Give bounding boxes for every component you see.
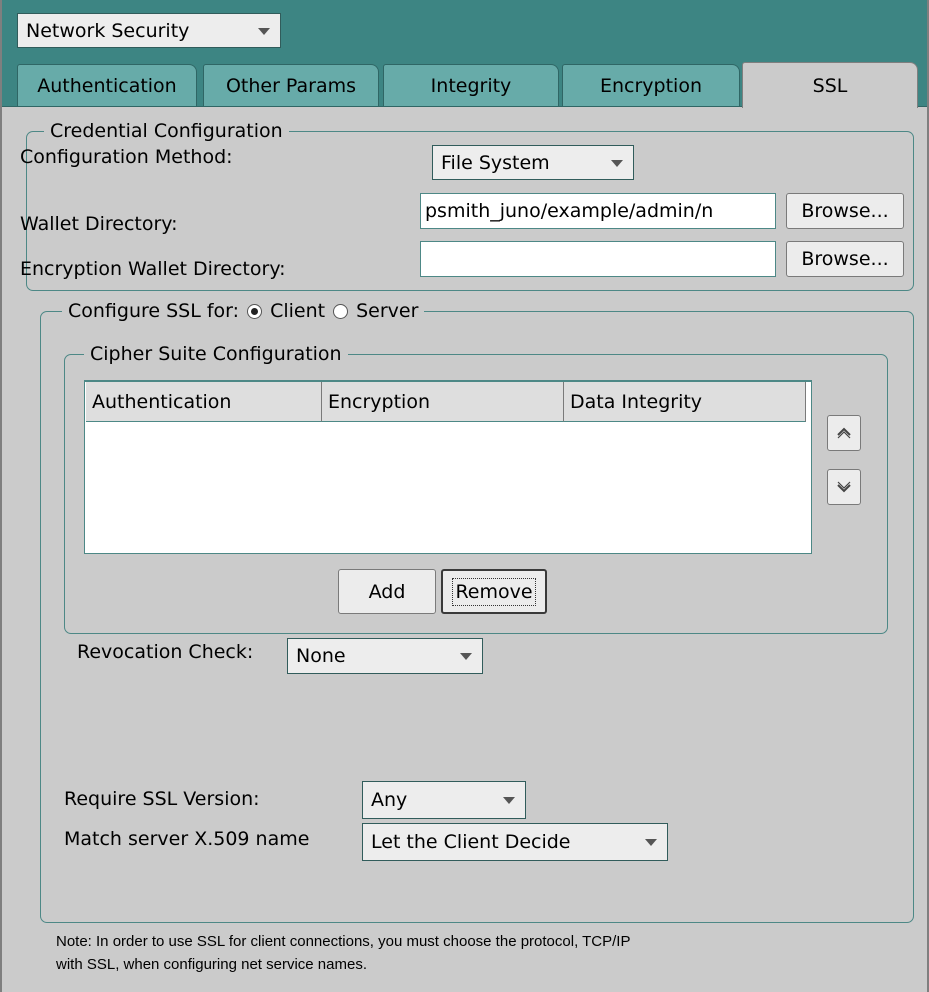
enc-wallet-dir-input[interactable] [420,241,776,277]
wallet-dir-value: psmith_juno/example/admin/n [425,200,714,222]
move-up-button[interactable] [827,415,861,451]
match-server-value: Let the Client Decide [371,831,571,853]
config-method-label: Configuration Method: [20,146,233,168]
chevron-up-icon [837,427,851,439]
revocation-check-select[interactable]: None [287,638,483,674]
tab-integrity[interactable]: Integrity [383,64,559,106]
column-header-data-integrity[interactable]: Data Integrity [564,382,806,422]
ssl-version-label: Require SSL Version: [64,788,260,810]
enc-wallet-dir-label: Encryption Wallet Directory: [20,258,286,280]
add-cipher-button[interactable]: Add [338,569,436,614]
config-method-select[interactable]: File System [432,145,634,180]
column-header-encryption[interactable]: Encryption [322,382,564,422]
match-server-select[interactable]: Let the Client Decide [362,823,668,861]
category-select-value: Network Security [26,19,190,42]
dropdown-arrow-icon [258,27,270,35]
wallet-dir-input[interactable]: psmith_juno/example/admin/n [420,193,776,229]
match-server-label: Match server X.509 name [64,828,310,850]
table-body [86,423,810,552]
tab-authentication[interactable]: Authentication [17,64,197,106]
revocation-check-label: Revocation Check: [77,641,254,663]
ssl-note-line-2: with SSL, when configuring net service n… [56,956,367,973]
dropdown-arrow-icon [611,159,623,167]
client-radio[interactable] [247,303,263,319]
server-radio-label[interactable]: Server [356,300,418,322]
configure-ssl-title: Configure SSL for: [68,300,240,322]
dropdown-arrow-icon [645,839,657,846]
client-radio-label[interactable]: Client [270,300,325,322]
server-radio[interactable] [333,303,349,319]
tab-encryption[interactable]: Encryption [562,64,740,106]
credential-config-legend: Credential Configuration [44,119,289,143]
tab-label: SSL [812,74,848,97]
config-method-value: File System [441,151,550,174]
cipher-suite-legend: Cipher Suite Configuration [84,342,348,366]
ssl-note-line-1: Note: In order to use SSL for client con… [56,933,631,950]
tab-label: Encryption [599,74,702,97]
dropdown-arrow-icon [503,797,515,804]
revocation-check-value: None [296,645,346,667]
column-header-authentication[interactable]: Authentication [86,382,322,422]
tab-label: Integrity [430,74,512,97]
wallet-browse-button[interactable]: Browse... [786,193,904,229]
chevron-down-icon [837,481,851,493]
tab-label: Authentication [37,74,177,97]
ssl-version-select[interactable]: Any [362,781,526,819]
move-down-button[interactable] [827,469,861,505]
remove-cipher-button[interactable]: Remove [441,569,547,614]
ssl-version-value: Any [371,789,408,811]
category-select[interactable]: Network Security [17,13,281,48]
wallet-dir-label: Wallet Directory: [20,213,178,235]
ssl-note: Note: In order to use SSL for client con… [56,930,916,976]
enc-wallet-browse-button[interactable]: Browse... [786,241,904,277]
tab-label: Other Params [225,74,357,97]
dropdown-arrow-icon [460,653,472,660]
configure-ssl-legend: Configure SSL for: Client Server [62,299,425,323]
tab-ssl[interactable]: SSL [742,62,918,108]
tab-other-params[interactable]: Other Params [203,64,379,106]
